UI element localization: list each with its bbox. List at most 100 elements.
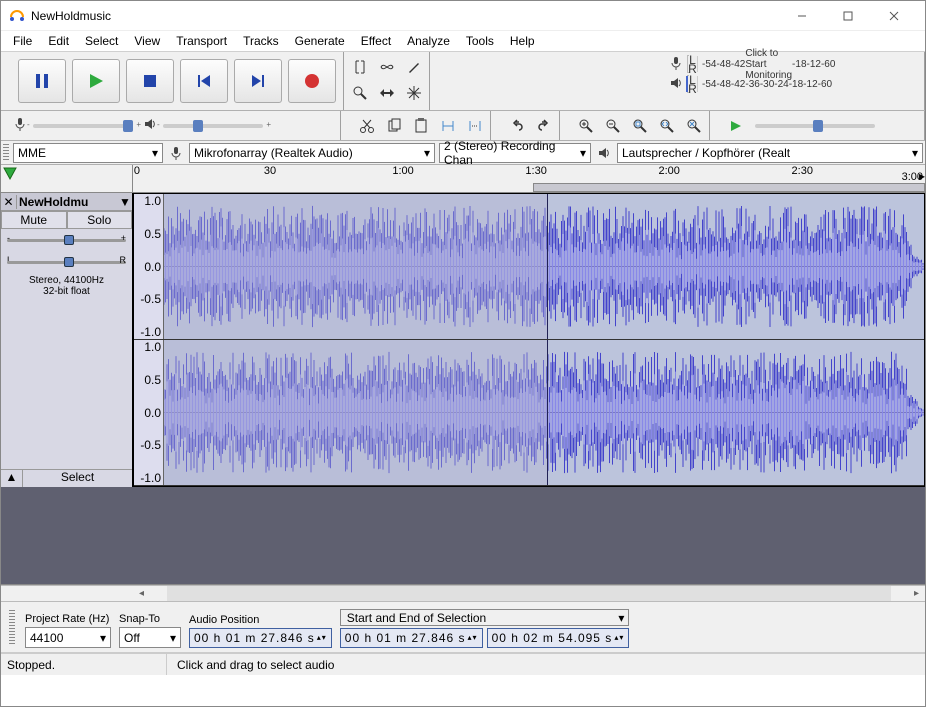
draw-tool-icon[interactable] [400,54,427,80]
fit-selection-icon[interactable] [626,113,653,139]
menu-generate[interactable]: Generate [287,32,353,50]
mic-icon [13,117,27,134]
spinner-icon[interactable]: ▴▾ [317,635,327,641]
playhead-icon[interactable] [3,167,17,181]
track-name-label[interactable]: NewHoldmu [17,195,118,209]
tools-toolbar [344,52,430,110]
meter-click-prompt[interactable]: Click to Start Monitoring [745,48,792,81]
stop-button[interactable] [126,59,174,103]
menu-effect[interactable]: Effect [353,32,399,50]
waveform-display[interactable]: 1.0 0.5 0.0 -0.5 -1.0 1.0 0.5 0.0 -0.5 -… [133,193,925,487]
timeline-ruler[interactable]: 0 30 1:00 1:30 2:00 2:30 3:00 ▸ [1,165,925,193]
playback-volume-slider[interactable]: -+ [163,124,263,128]
selection-tool-icon[interactable] [346,54,373,80]
status-bar: Stopped. Click and drag to select audio [1,653,925,675]
playback-device-dropdown[interactable]: Lautsprecher / Kopfhörer (Realt▾ [617,143,923,163]
minimize-button[interactable] [779,1,825,31]
speaker-icon[interactable] [665,76,687,93]
menu-tracks[interactable]: Tracks [235,32,287,50]
zoom-toggle-icon[interactable] [680,113,707,139]
zoom-in-icon[interactable] [572,113,599,139]
recording-volume-slider[interactable]: -+ [33,124,133,128]
horizontal-scrollbar[interactable]: ◂ ▸ [1,585,925,602]
zoom-tool-icon[interactable] [346,80,373,106]
trim-icon[interactable] [434,113,461,139]
meter-peak-indicator [686,76,688,92]
track-select-button[interactable]: Select [23,470,132,487]
project-rate-dropdown[interactable]: 44100▾ [25,627,111,648]
playback-speed-slider[interactable] [755,124,875,128]
recording-channels-dropdown[interactable]: 2 (Stereo) Recording Chan▾ [439,143,591,163]
waveform-svg [164,194,924,339]
toolbar-grip[interactable] [3,144,9,162]
menu-analyze[interactable]: Analyze [399,32,458,50]
toolbar-grip[interactable] [9,610,15,644]
menu-select[interactable]: Select [77,32,126,50]
timeshift-tool-icon[interactable] [373,80,400,106]
track-collapse-button[interactable]: ▲ [1,470,23,487]
envelope-tool-icon[interactable] [373,54,400,80]
maximize-button[interactable] [825,1,871,31]
snap-to-label: Snap-To [119,613,181,625]
menu-transport[interactable]: Transport [168,32,235,50]
solo-button[interactable]: Solo [67,211,133,229]
selection-mode-dropdown[interactable]: Start and End of Selection▾ [340,609,630,626]
audio-host-dropdown[interactable]: MME▾ [13,143,163,163]
recording-meter[interactable]: LR -54 -48 -42 Click to Start Monitoring… [687,55,689,73]
track-gain-slider[interactable]: - + [7,235,126,245]
audio-position-label: Audio Position [189,614,332,626]
fit-project-icon[interactable] [653,113,680,139]
menu-edit[interactable]: Edit [40,32,77,50]
scroll-left-icon[interactable]: ◂ [133,588,150,599]
audio-position-field[interactable]: 00 h 01 m 27.846 s▴▾ [189,628,332,648]
waveform-channel-right[interactable]: 1.0 0.5 0.0 -0.5 -1.0 [134,340,924,486]
skip-end-button[interactable] [234,59,282,103]
menu-help[interactable]: Help [502,32,543,50]
track-close-button[interactable]: ✕ [1,195,17,209]
multi-tool-icon[interactable] [400,80,427,106]
undo-icon[interactable] [503,113,530,139]
status-state: Stopped. [7,654,167,675]
selection-end-field[interactable]: 00 h 02 m 54.095 s▴▾ [487,628,630,648]
cut-icon[interactable] [353,113,380,139]
timeline-quickplay-region[interactable] [533,183,925,192]
recording-device-dropdown[interactable]: Mikrofonarray (Realtek Audio)▾ [189,143,435,163]
menu-view[interactable]: View [126,32,168,50]
amplitude-scale[interactable]: 1.0 0.5 0.0 -0.5 -1.0 [134,340,164,485]
chevron-down-icon: ▾ [100,631,106,645]
spinner-icon[interactable]: ▴▾ [614,635,624,641]
playback-meter[interactable]: LR -54 -48 -42 -36 -30 -24 -18 -12 -6 0 [687,75,689,93]
timeline-scroll-right-icon[interactable]: ▸ [919,169,925,183]
mic-icon[interactable] [665,56,687,73]
track-menu-button[interactable]: ▼ [118,195,132,209]
speaker-icon [143,117,157,134]
app-logo-icon [9,8,25,24]
edit-toolbar [341,111,491,140]
amplitude-scale[interactable]: 1.0 0.5 0.0 -0.5 -1.0 [134,194,164,339]
zoom-out-icon[interactable] [599,113,626,139]
play-button[interactable] [72,59,120,103]
close-button[interactable] [871,1,917,31]
scroll-right-icon[interactable]: ▸ [908,588,925,599]
mute-button[interactable]: Mute [1,211,67,229]
record-button[interactable] [288,59,336,103]
empty-track-area[interactable] [1,487,925,585]
waveform-svg [164,340,924,485]
silence-icon[interactable] [461,113,488,139]
waveform-channel-left[interactable]: 1.0 0.5 0.0 -0.5 -1.0 [134,194,924,340]
menu-file[interactable]: File [5,32,40,50]
snap-to-dropdown[interactable]: Off▾ [119,627,181,648]
menu-tools[interactable]: Tools [458,32,502,50]
selection-start-field[interactable]: 00 h 01 m 27.846 s▴▾ [340,628,483,648]
copy-icon[interactable] [380,113,407,139]
play-at-speed-button[interactable] [722,113,749,139]
pause-button[interactable] [18,59,66,103]
paste-icon[interactable] [407,113,434,139]
track-bitdepth-label: 32-bit float [1,286,132,297]
track-format-label: Stereo, 44100Hz [1,275,132,286]
track-pan-slider[interactable]: L R [7,257,126,267]
spinner-icon[interactable]: ▴▾ [468,635,478,641]
skip-start-button[interactable] [180,59,228,103]
redo-icon[interactable] [530,113,557,139]
toolbar-area: LR -54 -48 -42 Click to Start Monitoring… [1,52,925,141]
